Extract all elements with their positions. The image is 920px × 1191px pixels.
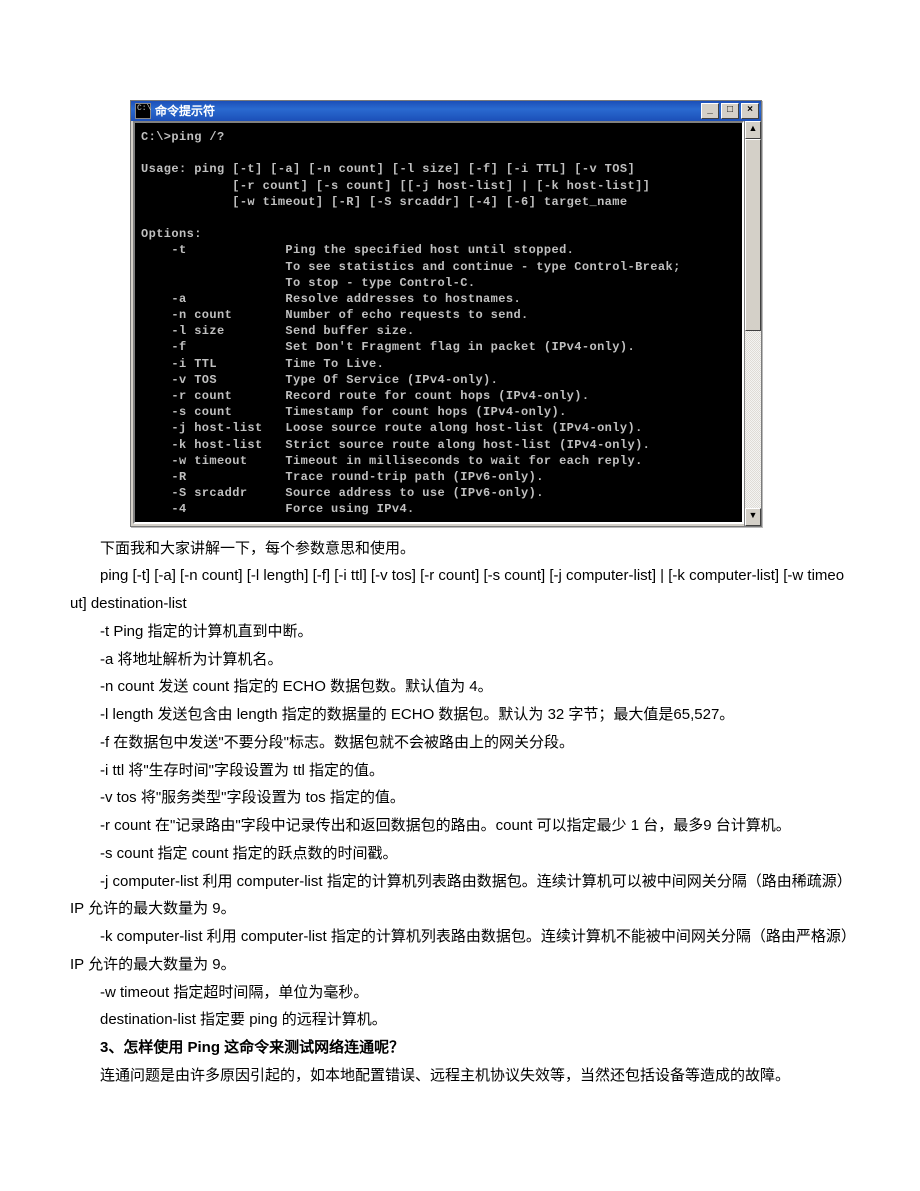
usage-line: ping [-t] [-a] [-n count] [-l length] [-… (70, 562, 850, 618)
opt-l: -l length 发送包含由 length 指定的数据量的 ECHO 数据包。… (70, 701, 850, 729)
opt-j: -j computer-list 利用 computer-list 指定的计算机… (70, 868, 850, 924)
destination-list: destination-list 指定要 ping 的远程计算机。 (70, 1006, 850, 1034)
maximize-button[interactable]: □ (721, 103, 739, 119)
close-button[interactable]: × (741, 103, 759, 119)
scroll-down-button[interactable]: ▼ (745, 508, 761, 526)
section-3-heading: 3、怎样使用 Ping 这命令来测试网络连通呢？ (70, 1034, 850, 1062)
scroll-thumb[interactable] (745, 139, 761, 331)
opt-s: -s count 指定 count 指定的跃点数的时间戳。 (70, 840, 850, 868)
opt-i: -i ttl 将"生存时间"字段设置为 ttl 指定的值。 (70, 757, 850, 785)
opt-r: -r count 在"记录路由"字段中记录传出和返回数据包的路由。count 可… (70, 812, 850, 840)
intro-text: 下面我和大家讲解一下，每个参数意思和使用。 (70, 535, 850, 563)
opt-v: -v tos 将"服务类型"字段设置为 tos 指定的值。 (70, 784, 850, 812)
terminal-output[interactable]: C:\>ping /? Usage: ping [-t] [-a] [-n co… (133, 121, 744, 524)
command-prompt-window: 命令提示符 _ □ × C:\>ping /? Usage: ping [-t]… (130, 100, 860, 527)
minimize-button[interactable]: _ (701, 103, 719, 119)
document-body: 下面我和大家讲解一下，每个参数意思和使用。 ping [-t] [-a] [-n… (60, 535, 860, 1090)
opt-n: -n count 发送 count 指定的 ECHO 数据包数。默认值为 4。 (70, 673, 850, 701)
system-menu-icon[interactable] (135, 103, 151, 119)
vertical-scrollbar[interactable]: ▲ ▼ (744, 121, 761, 526)
opt-w: -w timeout 指定超时间隔，单位为毫秒。 (70, 979, 850, 1007)
opt-t: -t Ping 指定的计算机直到中断。 (70, 618, 850, 646)
scroll-track[interactable] (745, 139, 761, 508)
opt-f: -f 在数据包中发送"不要分段"标志。数据包就不会被路由上的网关分段。 (70, 729, 850, 757)
opt-a: -a 将地址解析为计算机名。 (70, 646, 850, 674)
window-title: 命令提示符 (155, 100, 701, 122)
section-3-body: 连通问题是由许多原因引起的，如本地配置错误、远程主机协议失效等，当然还包括设备等… (70, 1062, 850, 1090)
opt-k: -k computer-list 利用 computer-list 指定的计算机… (70, 923, 850, 979)
window-titlebar[interactable]: 命令提示符 _ □ × (131, 101, 761, 121)
scroll-up-button[interactable]: ▲ (745, 121, 761, 139)
